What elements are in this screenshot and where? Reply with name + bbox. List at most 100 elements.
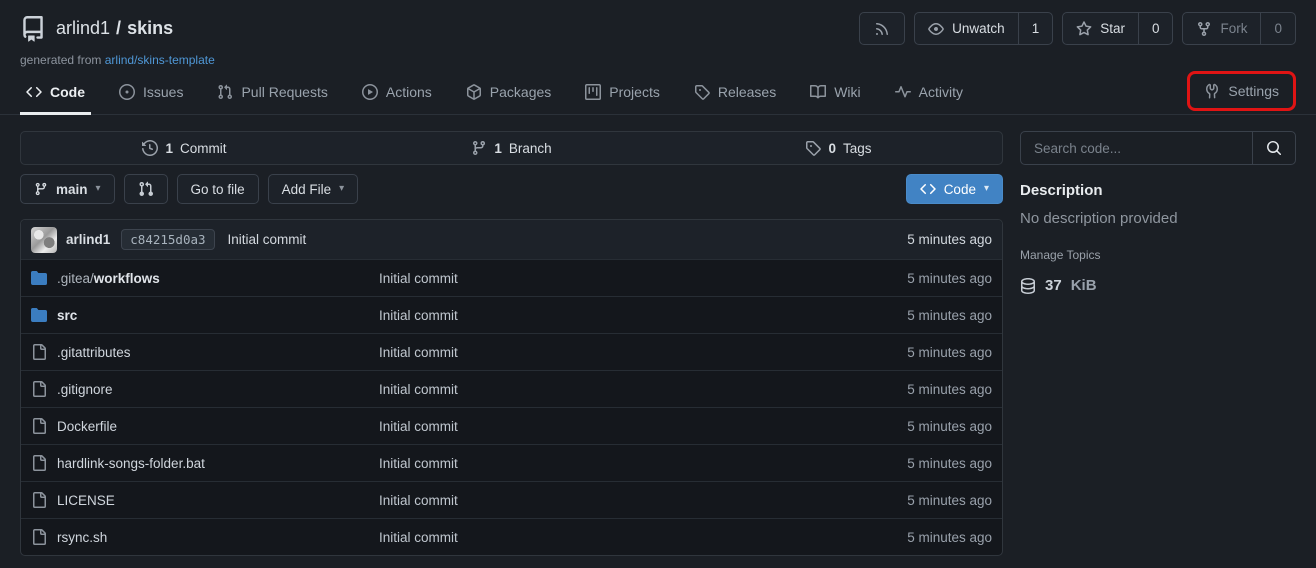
branches-stat[interactable]: 1 Branch — [348, 132, 675, 164]
fork-button[interactable]: Fork — [1183, 13, 1260, 44]
repo-size: 37 KiB — [1020, 277, 1296, 294]
tab-pull-requests[interactable]: Pull Requests — [211, 84, 333, 115]
tags-stat[interactable]: 0 Tags — [675, 132, 1002, 164]
tab-actions[interactable]: Actions — [356, 84, 438, 115]
rss-icon — [874, 21, 890, 37]
forks-count[interactable]: 0 — [1260, 13, 1295, 44]
pulse-icon — [895, 84, 911, 100]
tab-pull-requests-label: Pull Requests — [241, 84, 327, 100]
file-link[interactable]: .gitignore — [31, 381, 379, 397]
file-link[interactable]: Dockerfile — [31, 418, 379, 434]
avatar[interactable] — [31, 227, 57, 253]
manage-topics-link[interactable]: Manage Topics — [1020, 248, 1101, 262]
file-name: hardlink-songs-folder.bat — [57, 456, 205, 471]
file-commit-message[interactable]: Initial commit — [379, 382, 907, 397]
stars-count[interactable]: 0 — [1138, 13, 1173, 44]
commits-count: 1 — [165, 141, 173, 156]
package-icon — [466, 84, 482, 100]
file-commit-message[interactable]: Initial commit — [379, 493, 907, 508]
file-commit-message[interactable]: Initial commit — [379, 456, 907, 471]
repo-title-separator: / — [116, 18, 121, 38]
repo-size-value: 37 — [1045, 277, 1062, 294]
file-link[interactable]: LICENSE — [31, 492, 379, 508]
star-button[interactable]: Star — [1063, 13, 1138, 44]
unwatch-button[interactable]: Unwatch — [915, 13, 1018, 44]
star-icon — [1076, 21, 1092, 37]
branches-count: 1 — [494, 141, 502, 156]
compare-button[interactable] — [124, 174, 168, 204]
repo-stats-bar: 1 Commit 1 Branch 0 Tags — [20, 131, 1003, 165]
file-icon — [31, 529, 47, 545]
commits-label: Commit — [180, 141, 227, 156]
commit-author-link[interactable]: arlind1 — [66, 232, 110, 247]
project-board-icon — [585, 84, 601, 100]
tags-count: 0 — [828, 141, 836, 156]
file-commit-message[interactable]: Initial commit — [379, 530, 907, 545]
repo-owner-link[interactable]: arlind1 — [56, 18, 110, 38]
repo-title-row: arlind1 / skins Unwatch 1 Star 0 — [20, 12, 1296, 45]
file-table: arlind1 c84215d0a3 Initial commit 5 minu… — [20, 219, 1003, 556]
go-to-file-button[interactable]: Go to file — [177, 174, 259, 204]
generated-from-line: generated from arlind/skins-template — [20, 53, 1296, 67]
chevron-down-icon: ▾ — [339, 184, 344, 194]
tab-activity[interactable]: Activity — [889, 84, 969, 115]
fork-button-group: Fork 0 — [1182, 12, 1296, 45]
star-button-group: Star 0 — [1062, 12, 1173, 45]
play-circle-icon — [362, 84, 378, 100]
file-commit-message[interactable]: Initial commit — [379, 345, 907, 360]
file-commit-message[interactable]: Initial commit — [379, 419, 907, 434]
description-title: Description — [1020, 182, 1296, 199]
file-icon — [31, 344, 47, 360]
commit-message-link[interactable]: Initial commit — [228, 232, 307, 247]
code-icon — [26, 84, 42, 100]
tab-wiki[interactable]: Wiki — [804, 84, 866, 115]
tab-wiki-label: Wiki — [834, 84, 860, 100]
file-link[interactable]: .gitea/workflows — [31, 270, 379, 286]
code-download-button[interactable]: Code ▾ — [906, 174, 1003, 204]
file-link[interactable]: hardlink-songs-folder.bat — [31, 455, 379, 471]
repo-tab-bar: Code Issues Pull Requests Actions Packag… — [0, 71, 1316, 115]
description-text: No description provided — [1020, 210, 1296, 227]
file-icon — [31, 492, 47, 508]
tab-issues[interactable]: Issues — [113, 84, 189, 115]
unwatch-label: Unwatch — [952, 21, 1005, 36]
file-link[interactable]: rsync.sh — [31, 529, 379, 545]
template-repo-link[interactable]: arlind/skins-template — [105, 53, 215, 67]
file-link[interactable]: src — [31, 307, 379, 323]
tab-releases-label: Releases — [718, 84, 776, 100]
branch-selector[interactable]: main ▾ — [20, 174, 115, 204]
folder-icon — [31, 270, 47, 286]
rss-button[interactable] — [859, 12, 905, 45]
tab-packages[interactable]: Packages — [460, 84, 557, 115]
tab-releases[interactable]: Releases — [688, 84, 782, 115]
file-icon — [31, 418, 47, 434]
commit-hash-badge[interactable]: c84215d0a3 — [121, 229, 214, 250]
file-commit-message[interactable]: Initial commit — [379, 308, 907, 323]
branch-name: main — [56, 182, 88, 197]
repo-size-unit: KiB — [1071, 277, 1097, 294]
table-row: .gitignore Initial commit 5 minutes ago — [21, 370, 1002, 407]
tools-icon — [1204, 83, 1220, 99]
issue-icon — [119, 84, 135, 100]
file-link[interactable]: .gitattributes — [31, 344, 379, 360]
file-commit-message[interactable]: Initial commit — [379, 271, 907, 286]
tab-code[interactable]: Code — [20, 84, 91, 115]
file-icon — [31, 381, 47, 397]
file-commit-time: 5 minutes ago — [907, 345, 992, 360]
search-input[interactable] — [1021, 132, 1252, 164]
tab-actions-label: Actions — [386, 84, 432, 100]
search-button[interactable] — [1252, 132, 1295, 164]
generated-from-text: generated from — [20, 53, 101, 67]
table-row: .gitattributes Initial commit 5 minutes … — [21, 333, 1002, 370]
file-commit-time: 5 minutes ago — [907, 456, 992, 471]
commits-stat[interactable]: 1 Commit — [21, 132, 348, 164]
add-file-button[interactable]: Add File ▾ — [268, 174, 359, 204]
repo-name-link[interactable]: skins — [127, 18, 173, 38]
tab-projects[interactable]: Projects — [579, 84, 666, 115]
add-file-label: Add File — [282, 182, 332, 197]
file-commit-time: 5 minutes ago — [907, 382, 992, 397]
tab-settings[interactable]: Settings — [1204, 83, 1279, 99]
watchers-count[interactable]: 1 — [1018, 13, 1053, 44]
chevron-down-icon: ▾ — [96, 184, 101, 194]
git-branch-icon — [34, 182, 48, 196]
